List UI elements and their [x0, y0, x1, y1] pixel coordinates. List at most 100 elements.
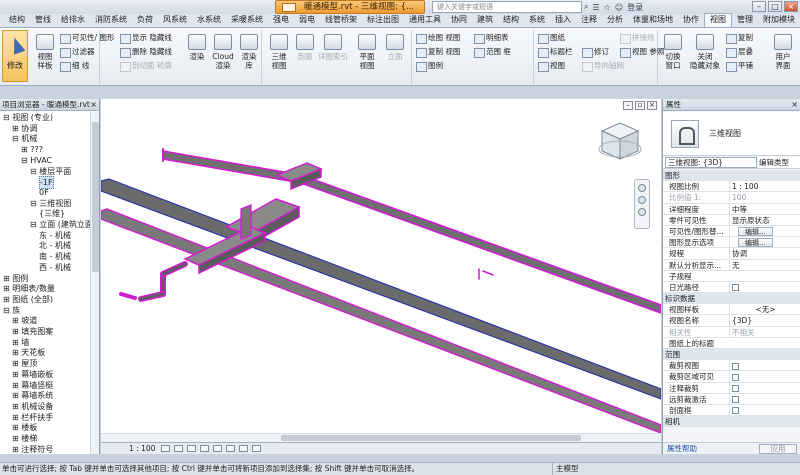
- property-row[interactable]: 图形显示选项 编辑...: [663, 237, 800, 249]
- property-row[interactable]: 详细程度 中等: [663, 203, 800, 215]
- tree-node[interactable]: ⊟ 三维视图: [30, 198, 71, 209]
- property-value[interactable]: 100: [729, 192, 799, 204]
- temporary-hide-icon[interactable]: [239, 445, 248, 452]
- switch-windows-button[interactable]: 切换 窗口: [660, 34, 686, 70]
- schedules-button[interactable]: 明细表: [474, 32, 509, 44]
- property-row[interactable]: 剖面框: [663, 404, 800, 417]
- property-category[interactable]: 相机: [663, 416, 800, 428]
- tree-node[interactable]: ⊞ 协调: [12, 123, 37, 134]
- view-reference-button[interactable]: 视图 参照: [620, 46, 664, 58]
- property-row[interactable]: 图纸上的标题: [663, 337, 800, 349]
- ribbon-tab[interactable]: 插入: [550, 14, 576, 27]
- tree-node[interactable]: ⊞ 机械设备: [12, 401, 53, 412]
- cloud-render-button[interactable]: Cloud 渲染: [210, 34, 236, 70]
- tree-node[interactable]: 南 - 机械: [39, 251, 71, 262]
- property-row[interactable]: 默认分析显示... 无: [663, 259, 800, 271]
- property-row[interactable]: 注释裁剪: [663, 382, 800, 394]
- section-button[interactable]: 剖面: [292, 34, 318, 61]
- ribbon-tab[interactable]: 通用工具: [404, 14, 446, 27]
- pipe-segment[interactable]: [119, 292, 137, 300]
- property-category[interactable]: 图形: [663, 170, 800, 182]
- duct-riser[interactable]: [240, 204, 252, 240]
- checkbox[interactable]: [732, 284, 739, 292]
- property-value[interactable]: [729, 404, 799, 416]
- project-browser-close-icon[interactable]: ×: [90, 99, 97, 111]
- viewport-restore-icon[interactable]: ▫: [635, 101, 645, 110]
- tree-node[interactable]: ⊞ 天花板: [12, 347, 45, 358]
- property-value[interactable]: 显示原状态: [729, 214, 799, 226]
- property-value[interactable]: 不相关: [729, 326, 799, 338]
- ribbon-tab[interactable]: 消防系统: [90, 14, 132, 27]
- property-row[interactable]: 视图比例 1 : 100: [663, 181, 800, 193]
- tree-node[interactable]: 东 - 机械: [39, 230, 71, 241]
- 3d-viewport[interactable]: – ▫ ×: [101, 99, 661, 442]
- viewport-minimize-icon[interactable]: –: [623, 101, 633, 110]
- property-row[interactable]: 裁剪区域可见: [663, 371, 800, 383]
- property-row[interactable]: 远剪裁激活: [663, 393, 800, 405]
- user-interface-button[interactable]: 用户 界面: [770, 34, 796, 70]
- checkbox[interactable]: [732, 385, 739, 393]
- view-placement-button[interactable]: 视图: [538, 60, 565, 72]
- property-row[interactable]: 日光路径: [663, 281, 800, 294]
- ribbon-tab[interactable]: 附加模块: [758, 14, 800, 27]
- tree-node[interactable]: ⊞ 楼板: [12, 422, 37, 433]
- tree-node[interactable]: 西 - 机械: [39, 262, 71, 273]
- 3d-view-button[interactable]: 三维 视图: [266, 34, 292, 70]
- property-value[interactable]: [729, 360, 799, 372]
- ribbon-tab[interactable]: 建筑: [472, 14, 498, 27]
- show-hidden-lines-button[interactable]: 显示 隐藏线: [120, 32, 172, 44]
- remove-hidden-lines-button[interactable]: 删除 隐藏线: [120, 46, 172, 58]
- search-icon[interactable]: ⌕: [584, 2, 588, 12]
- tree-node[interactable]: ⊞ 图例: [3, 273, 28, 284]
- property-row[interactable]: 零件可见性 显示原状态: [663, 214, 800, 226]
- shadows-icon[interactable]: [200, 445, 209, 452]
- properties-close-icon[interactable]: ×: [791, 99, 798, 111]
- edit-type-button[interactable]: 编辑类型: [759, 157, 789, 169]
- property-value[interactable]: 1 : 100: [729, 181, 799, 193]
- thin-lines-button[interactable]: 细 线: [60, 60, 89, 72]
- property-value[interactable]: [729, 281, 799, 293]
- ribbon-tab[interactable]: 结构: [498, 14, 524, 27]
- property-row[interactable]: 子规程: [663, 270, 800, 282]
- search-input[interactable]: 键入关键字或短语: [432, 1, 582, 13]
- matchline-button[interactable]: 拼接线: [620, 32, 655, 44]
- scope-box-button[interactable]: 范围 框: [474, 46, 511, 58]
- orbit-icon[interactable]: [638, 208, 646, 216]
- visibility-graphics-button[interactable]: 可见性/ 图形: [60, 32, 114, 44]
- drafting-view-button[interactable]: 绘图 视图: [416, 32, 460, 44]
- tree-node[interactable]: ⊞ 楼梯: [12, 433, 37, 444]
- maximize-button[interactable]: □: [768, 1, 782, 12]
- project-browser-scrollbar[interactable]: [90, 112, 99, 454]
- tree-node[interactable]: ⊟ HVAC: [21, 155, 52, 166]
- viewport-close-icon[interactable]: ×: [647, 101, 657, 110]
- duct-joint[interactable]: [482, 270, 494, 276]
- duct-segment[interactable]: [101, 208, 661, 434]
- tree-node[interactable]: 北 - 机械: [39, 240, 71, 251]
- ribbon-tab[interactable]: 弱电: [294, 14, 320, 27]
- property-row[interactable]: 相关性 不相关: [663, 326, 800, 338]
- instance-dropdown[interactable]: 三维视图: {3D}: [665, 157, 757, 168]
- user-icon[interactable]: ☺: [615, 3, 623, 12]
- sheet-button[interactable]: 图纸: [538, 32, 565, 44]
- render-gallery-button[interactable]: 渲染 库: [236, 34, 262, 70]
- ribbon-tab[interactable]: 分析: [602, 14, 628, 27]
- checkbox[interactable]: [732, 362, 739, 370]
- guide-grid-button[interactable]: 导向轴网: [582, 60, 624, 72]
- property-value[interactable]: [729, 393, 799, 405]
- ribbon-tab[interactable]: 视图: [704, 13, 732, 27]
- infocenter-icon[interactable]: ☰: [592, 3, 599, 12]
- ribbon-tab[interactable]: 协同: [446, 14, 472, 27]
- ribbon-tab[interactable]: 强电: [268, 14, 294, 27]
- ribbon-tab[interactable]: 标注出图: [362, 14, 404, 27]
- tree-node[interactable]: ⊞ ???: [21, 144, 43, 155]
- detail-level-icon[interactable]: [161, 445, 170, 452]
- tree-node[interactable]: ⊞ 幕墙竖梃: [12, 380, 53, 391]
- scrollbar-thumb[interactable]: [92, 122, 99, 272]
- tree-node[interactable]: ⊞ 幕墙系统: [12, 390, 53, 401]
- property-value[interactable]: [729, 371, 799, 383]
- main-model-selector[interactable]: 主模型: [552, 463, 612, 475]
- cascade-button[interactable]: 层叠: [726, 46, 753, 58]
- replicate-button[interactable]: 复制: [726, 32, 753, 44]
- duplicate-view-button[interactable]: 复制 视图: [416, 46, 460, 58]
- checkbox[interactable]: [732, 396, 739, 404]
